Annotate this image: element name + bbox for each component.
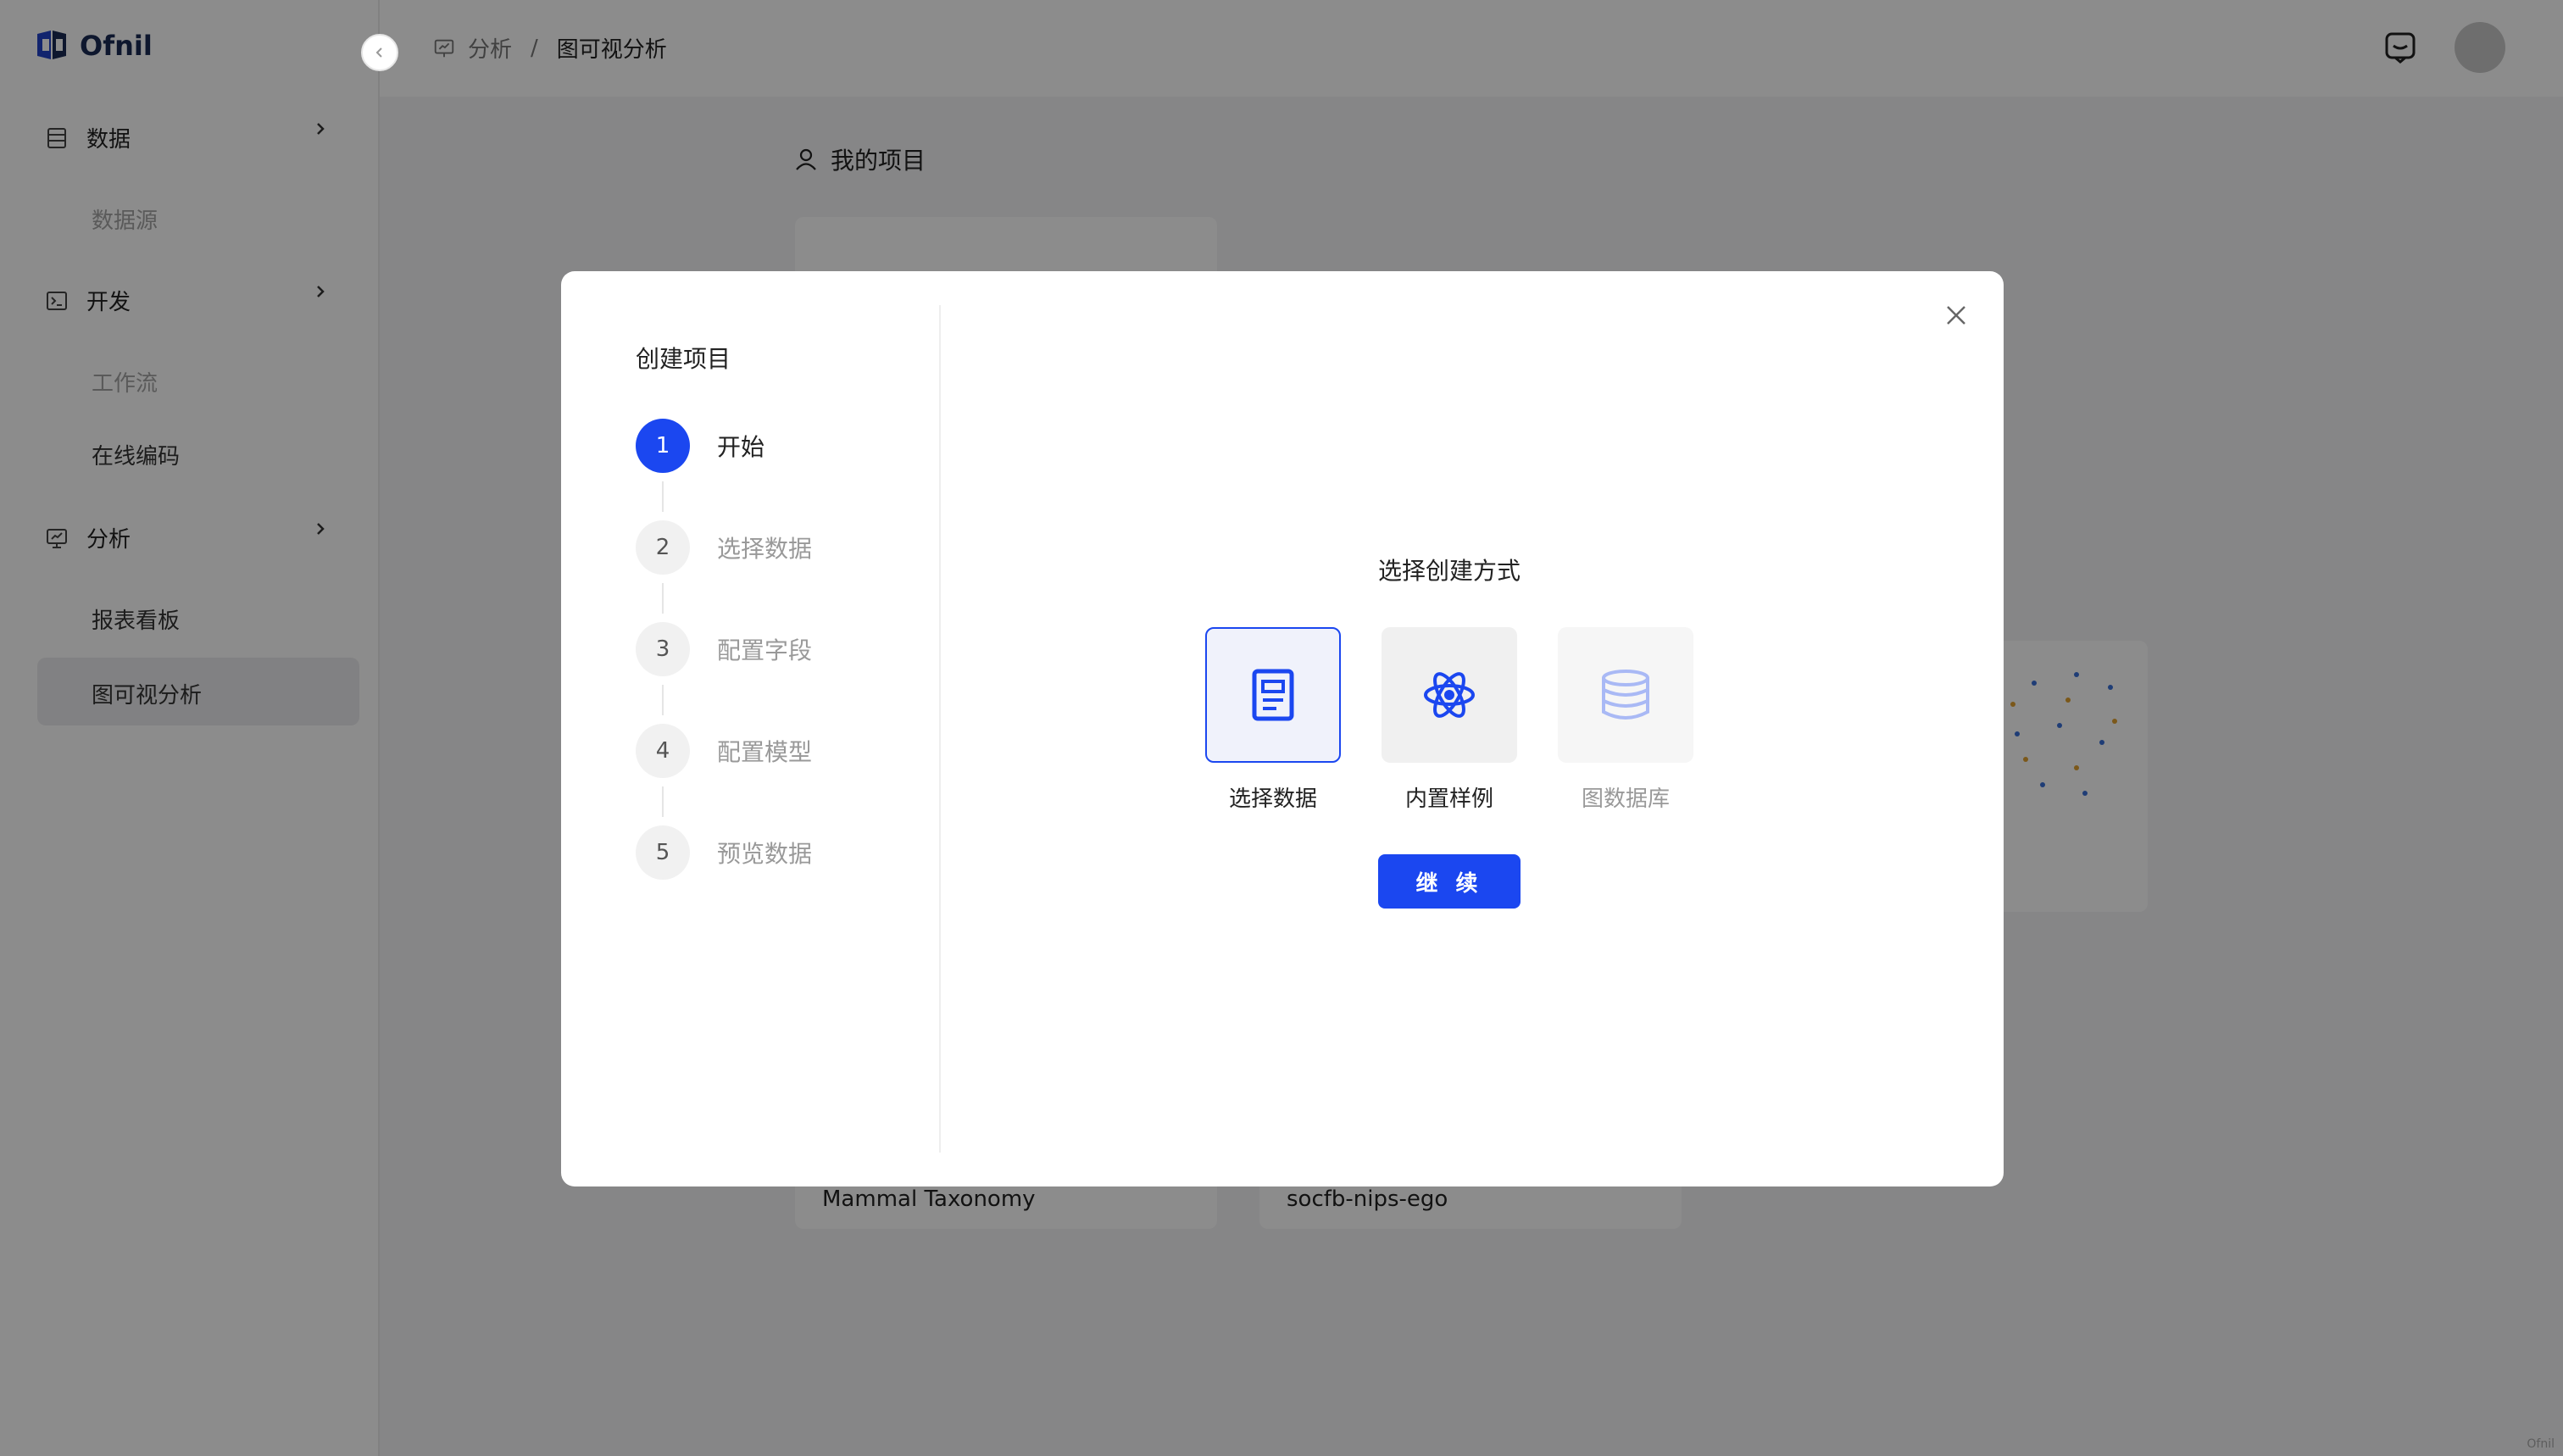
step-connector	[662, 786, 664, 817]
choose-method-title: 选择创建方式	[1378, 557, 1521, 585]
step-label: 选择数据	[717, 535, 813, 563]
atom-icon	[1424, 672, 1475, 718]
create-project-modal: 创建项目 1 开始 2 选择数据 3 配置字段 4 配置模型 5 预览数据 选择…	[561, 271, 2004, 1186]
document-icon	[1252, 669, 1294, 721]
option-builtin-sample[interactable]: 内置样例	[1382, 627, 1517, 813]
option-label: 选择数据	[1228, 786, 1317, 812]
sidebar-collapse-button[interactable]	[361, 34, 398, 71]
option-card[interactable]	[1558, 627, 1693, 763]
option-graph-database[interactable]: 图数据库	[1558, 627, 1693, 813]
steps-title: 创建项目	[636, 345, 731, 373]
close-icon[interactable]	[1943, 302, 1970, 329]
step-number: 1	[636, 419, 690, 473]
step-number: 5	[636, 825, 690, 880]
modal-divider	[939, 305, 941, 1153]
option-card[interactable]	[1382, 627, 1517, 763]
continue-button[interactable]: 继 续	[1378, 854, 1521, 909]
database-cylinder-icon	[1602, 670, 1649, 720]
step-label: 预览数据	[717, 840, 813, 868]
step-number: 2	[636, 520, 690, 575]
step-connector	[662, 583, 664, 614]
step-1: 1 开始	[636, 419, 764, 473]
option-card[interactable]	[1205, 627, 1341, 763]
step-connector	[662, 481, 664, 512]
option-label: 图数据库	[1581, 786, 1670, 812]
step-4: 4 配置模型	[636, 724, 812, 778]
step-connector	[662, 685, 664, 715]
chevron-left-icon	[375, 47, 382, 58]
step-number: 3	[636, 622, 690, 676]
step-2: 2 选择数据	[636, 520, 812, 575]
step-3: 3 配置字段	[636, 622, 812, 676]
step-label: 配置字段	[717, 636, 813, 664]
step-5: 5 预览数据	[636, 825, 812, 880]
step-label: 开始	[717, 433, 765, 461]
step-number: 4	[636, 724, 690, 778]
step-label: 配置模型	[717, 738, 813, 766]
option-select-data[interactable]: 选择数据	[1205, 627, 1341, 813]
option-label: 内置样例	[1404, 786, 1493, 812]
